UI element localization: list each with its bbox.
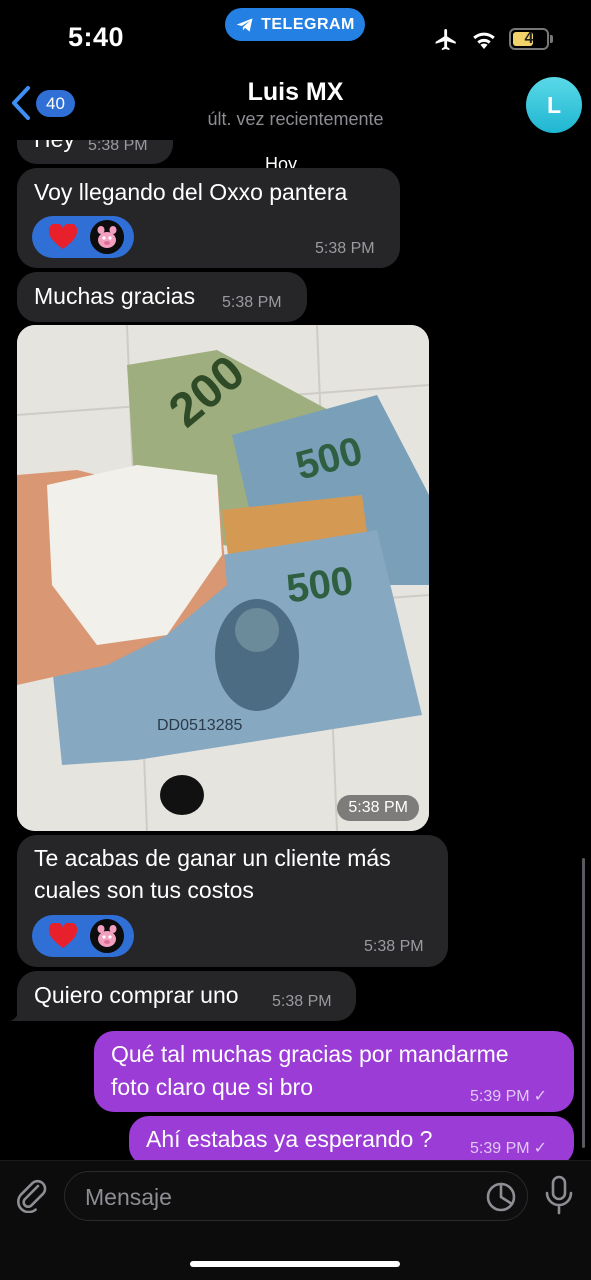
message-text-line-1: Te acabas de ganar un cliente más xyxy=(34,845,391,871)
message-bubble-outgoing[interactable]: Qué tal muchas gracias por mandarme foto… xyxy=(94,1031,574,1112)
message-bubble[interactable]: Te acabas de ganar un cliente más cuales… xyxy=(17,835,448,967)
scrollbar[interactable] xyxy=(582,858,585,1148)
message-bubble-outgoing[interactable]: Ahí estabas ya esperando ? 5:39 PM ✓ xyxy=(129,1116,574,1160)
pink-panther-avatar xyxy=(90,919,124,953)
home-indicator[interactable] xyxy=(190,1261,400,1267)
bubble-tail xyxy=(10,1006,28,1021)
avatar-letter: L xyxy=(546,91,562,118)
last-seen-status: últ. vez recientemente xyxy=(207,109,384,129)
telegram-pill-label: TELEGRAM xyxy=(261,15,355,33)
message-text-line-2: foto claro que si bro xyxy=(111,1074,314,1100)
message-placeholder: Mensaje xyxy=(85,1184,172,1210)
message-text-line-2: cuales son tus costos xyxy=(34,877,254,903)
message-input[interactable]: Mensaje xyxy=(64,1171,528,1221)
banknotes-photo: 200 500 500 DD0513285 xyxy=(17,325,429,831)
message-list[interactable]: Hey 5:38 PM Hoy Voy llegando del Oxxo pa… xyxy=(0,140,591,1160)
telegram-plane-icon xyxy=(236,17,253,32)
timer-icon[interactable] xyxy=(485,1181,517,1213)
message-text-line-1: Qué tal muchas gracias por mandarme xyxy=(111,1041,509,1067)
message-text: Ahí estabas ya esperando ? xyxy=(146,1126,433,1152)
status-time: 5:40 xyxy=(68,22,125,52)
message-time: 5:39 PM ✓ xyxy=(470,1140,547,1157)
heart-icon xyxy=(48,224,78,249)
svg-text:DD0513285: DD0513285 xyxy=(157,717,243,734)
reaction-pill[interactable] xyxy=(32,216,134,258)
photo-message[interactable]: 200 500 500 DD0513285 5:38 PM xyxy=(17,325,429,831)
composer-bar: Mensaje xyxy=(0,1160,591,1280)
photo-time: 5:38 PM xyxy=(337,795,419,821)
chat-title[interactable]: Luis MX xyxy=(0,78,591,107)
microphone-icon[interactable] xyxy=(543,1175,575,1215)
paperclip-icon[interactable] xyxy=(14,1177,50,1213)
message-time: 5:38 PM xyxy=(315,240,375,257)
status-bar: 5:40 TELEGRAM 4 xyxy=(0,0,591,70)
battery-icon: 4 xyxy=(509,28,549,50)
pink-panther-avatar xyxy=(90,220,124,254)
message-text: Hey xyxy=(34,140,75,156)
chat-header: 40 Luis MX últ. vez recientemente L xyxy=(0,70,591,140)
message-time: 5:38 PM xyxy=(222,294,282,311)
message-bubble[interactable]: Quiero comprar uno 5:38 PM xyxy=(17,971,356,1021)
airplane-icon xyxy=(435,28,456,51)
heart-icon xyxy=(48,923,78,948)
contact-avatar[interactable]: L xyxy=(526,77,582,133)
sent-check-icon: ✓ xyxy=(533,1140,547,1157)
wifi-icon xyxy=(473,32,495,49)
battery-level: 4 xyxy=(524,30,534,47)
message-time: 5:39 PM ✓ xyxy=(470,1088,547,1105)
message-bubble[interactable]: Hey 5:38 PM xyxy=(17,140,173,164)
message-time: 5:38 PM xyxy=(364,938,424,955)
message-text: Muchas gracias xyxy=(34,283,196,309)
message-time: 5:38 PM xyxy=(88,140,148,154)
svg-text:500: 500 xyxy=(284,559,356,612)
message-text: Voy llegando del Oxxo pantera xyxy=(34,179,348,205)
message-time: 5:38 PM xyxy=(272,993,332,1010)
message-text: Quiero comprar uno xyxy=(34,982,239,1008)
message-bubble[interactable]: Voy llegando del Oxxo pantera 5:38 PM xyxy=(17,168,400,268)
sent-check-icon: ✓ xyxy=(533,1088,547,1105)
message-bubble[interactable]: Muchas gracias 5:38 PM xyxy=(17,272,307,322)
reaction-pill[interactable] xyxy=(32,915,134,957)
telegram-pill[interactable]: TELEGRAM xyxy=(225,8,365,41)
